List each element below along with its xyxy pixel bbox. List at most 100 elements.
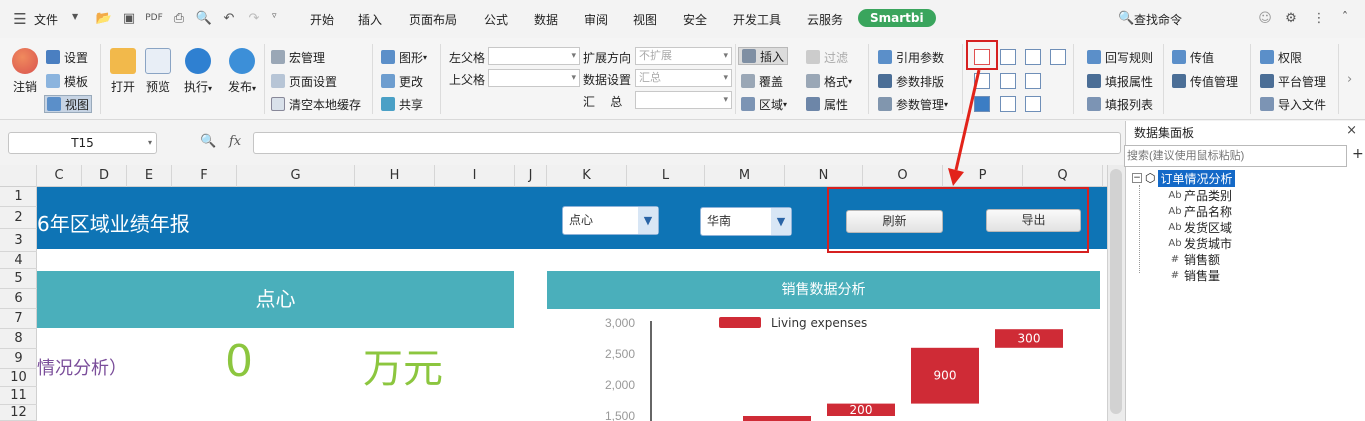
save-icon[interactable]: ▣ (121, 10, 137, 26)
summary-select[interactable]: ▾ (635, 91, 732, 109)
share-button[interactable]: 共享 (381, 95, 423, 113)
zoom-formula-icon[interactable]: 🔍 (200, 134, 216, 149)
preview-button[interactable]: 预览 (143, 48, 173, 95)
fx-icon[interactable]: fx (229, 134, 241, 149)
row-header[interactable]: 11 (0, 387, 37, 405)
row-header[interactable]: 6 (0, 289, 37, 309)
combo-control-icon[interactable] (1000, 49, 1016, 65)
tree-field[interactable]: Ab 产品名称 (1166, 203, 1232, 219)
pass-value-manage-button[interactable]: 传值管理 (1172, 72, 1238, 90)
tab-review[interactable]: 审阅 (584, 11, 608, 28)
column-header[interactable]: D (82, 165, 127, 187)
tab-developer[interactable]: 开发工具 (733, 11, 781, 28)
scrollbar-thumb[interactable] (1110, 169, 1122, 414)
column-header[interactable]: H (355, 165, 435, 187)
row-header[interactable]: 2 (0, 207, 37, 229)
print-icon[interactable]: ⎙ (171, 10, 187, 26)
settings-button[interactable]: 设置 (46, 48, 88, 66)
search-icon[interactable]: 🔍 (1118, 11, 1134, 26)
data-setting-select[interactable]: 汇总 ▾ (635, 69, 732, 87)
collapse-toggle-icon[interactable]: − (1132, 173, 1142, 183)
label-control-icon[interactable] (1025, 96, 1041, 112)
fill-list-button[interactable]: 填报列表 (1087, 95, 1153, 113)
permission-button[interactable]: 权限 (1260, 48, 1302, 66)
tab-data[interactable]: 数据 (534, 11, 558, 28)
template-button[interactable]: 模板 (46, 72, 88, 90)
chevron-down-icon[interactable]: ▼ (72, 12, 78, 21)
hamburger-icon[interactable]: ☰ (12, 10, 28, 28)
sheet-grid[interactable]: 6年区域业绩年报 点心 ▼ 华南 ▼ 刷新 导出 点心 情况分析） 0 万元 销… (37, 187, 1107, 421)
vertical-scrollbar[interactable] (1107, 165, 1125, 421)
tab-security[interactable]: 安全 (683, 11, 707, 28)
close-icon[interactable]: × (1346, 123, 1357, 138)
format-button[interactable]: 格式 ▾ (806, 72, 852, 90)
tree-field[interactable]: # 销售额 (1166, 251, 1220, 267)
tab-insert[interactable]: 插入 (358, 11, 382, 28)
writeback-rule-button[interactable]: 回写规则 (1087, 48, 1153, 66)
column-header[interactable]: F (172, 165, 237, 187)
textbox-control-icon[interactable] (1025, 49, 1041, 65)
open-button[interactable]: 打开 (108, 48, 138, 95)
tree-field[interactable]: # 销售量 (1166, 267, 1220, 283)
left-parent-select[interactable]: ▾ (488, 47, 580, 65)
comment-icon[interactable]: ☺ (1257, 10, 1273, 26)
ribbon-scroll-icon[interactable]: › (1347, 72, 1352, 87)
file-menu[interactable]: 文件 (34, 11, 58, 28)
pdf-icon[interactable]: PDF (145, 10, 163, 26)
pass-value-button[interactable]: 传值 (1172, 48, 1214, 66)
tree-field[interactable]: Ab 发货城市 (1166, 235, 1232, 251)
row-header[interactable]: 7 (0, 309, 37, 329)
gear-icon[interactable]: ⚙ (1283, 10, 1299, 26)
row-header[interactable]: 10 (0, 369, 37, 387)
tab-home[interactable]: 开始 (310, 11, 334, 28)
page-setup-button[interactable]: 页面设置 (271, 72, 337, 90)
column-header[interactable]: I (435, 165, 515, 187)
open-folder-icon[interactable]: 📂 (96, 10, 112, 26)
row-header[interactable]: 12 (0, 405, 37, 421)
button-control-icon[interactable] (1025, 73, 1041, 89)
find-command[interactable]: 查找命令 (1134, 11, 1182, 28)
column-header[interactable]: L (627, 165, 705, 187)
tree-field[interactable]: Ab 产品类别 (1166, 187, 1232, 203)
column-header[interactable]: O (863, 165, 943, 187)
tab-cloud[interactable]: 云服务 (807, 11, 843, 28)
category-dropdown[interactable]: 点心 ▼ (562, 206, 659, 235)
execute-button[interactable]: 执行▾ (181, 48, 215, 95)
row-header[interactable]: 9 (0, 349, 37, 369)
tree-field[interactable]: Ab 发货区域 (1166, 219, 1232, 235)
row-header[interactable]: 4 (0, 252, 37, 269)
param-layout-button[interactable]: 参数排版 (878, 72, 944, 90)
customize-icon[interactable]: ▿ (272, 11, 277, 21)
column-header[interactable]: M (705, 165, 785, 187)
column-header[interactable]: G (237, 165, 355, 187)
select-all-corner[interactable] (0, 165, 37, 187)
column-header[interactable]: N (785, 165, 863, 187)
tab-view[interactable]: 视图 (633, 11, 657, 28)
tab-formula[interactable]: 公式 (484, 11, 508, 28)
tree-control-icon[interactable] (1000, 73, 1016, 89)
publish-button[interactable]: 发布▾ (225, 48, 259, 95)
modify-button[interactable]: 更改 (381, 72, 423, 90)
panel-search-input[interactable] (1124, 145, 1347, 167)
attribute-button[interactable]: 属性 (806, 95, 848, 113)
macro-button[interactable]: 宏管理 (271, 48, 325, 66)
region-button[interactable]: 区域 ▾ (741, 95, 787, 113)
column-header[interactable]: Q (1023, 165, 1103, 187)
add-icon[interactable]: + (1352, 146, 1364, 162)
tree-root[interactable]: − ⬡ 订单情况分析 (1132, 169, 1235, 187)
name-box[interactable]: T15 ▾ (8, 132, 157, 154)
row-header[interactable]: 5 (0, 269, 37, 289)
ref-param-button[interactable]: 引用参数 (878, 48, 944, 66)
redo-icon[interactable]: ↷ (246, 10, 262, 26)
logout-button[interactable]: 注销 (10, 48, 40, 95)
overwrite-button[interactable]: 覆盖 (741, 72, 783, 90)
expand-direction-select[interactable]: 不扩展 ▾ (635, 47, 732, 65)
clear-cache-button[interactable]: 清空本地缓存 (271, 95, 361, 113)
row-header[interactable]: 3 (0, 229, 37, 252)
graphics-button[interactable]: 图形 ▾ (381, 48, 427, 66)
column-header[interactable]: J (515, 165, 547, 187)
fill-attr-button[interactable]: 填报属性 (1087, 72, 1153, 90)
undo-icon[interactable]: ↶ (221, 10, 237, 26)
top-parent-select[interactable]: ▾ (488, 69, 580, 87)
region-dropdown[interactable]: 华南 ▼ (700, 207, 792, 236)
